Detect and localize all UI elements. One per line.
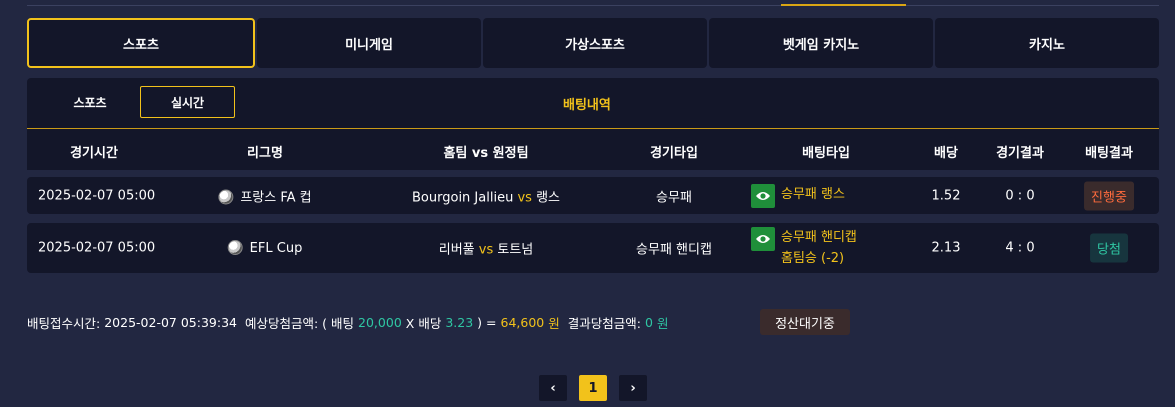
expected-amount: 64,600 — [500, 315, 545, 330]
status-badge: 진행중 — [1084, 181, 1134, 210]
pagination-next[interactable]: › — [619, 375, 647, 401]
tab-betgame-casino[interactable]: 벳게임 카지노 — [709, 18, 933, 68]
col-teams: 홈팀 vs 원정팀 — [443, 146, 529, 161]
equals-label: ) = — [477, 315, 497, 330]
subtab-live[interactable]: 실시간 — [140, 86, 235, 118]
away-team: 랭스 — [536, 190, 560, 205]
eye-icon[interactable] — [751, 227, 775, 251]
match-time: 2025-02-07 05:00 — [38, 188, 156, 203]
result-amount: 0 — [644, 315, 653, 330]
bet-selection: 승무패 핸디캡 — [781, 230, 857, 245]
match-time: 2025-02-07 05:00 — [38, 240, 156, 256]
odds: 2.13 — [931, 240, 961, 256]
bet-amount: 20,000 — [358, 315, 402, 330]
col-game-type: 경기타입 — [650, 146, 698, 161]
league-name: EFL Cup — [227, 240, 303, 256]
pagination-prev[interactable]: ‹ — [539, 375, 567, 401]
col-bet-type: 배팅타입 — [802, 146, 850, 161]
score: 0 : 0 — [1005, 188, 1035, 203]
eye-icon[interactable] — [751, 183, 775, 208]
tab-minigame[interactable]: 미니게임 — [257, 18, 481, 68]
league-label: EFL Cup — [249, 241, 303, 256]
teams: 리버풀 vs 토트넘 — [439, 239, 534, 258]
teams: Bourgoin Jallieu vs 랭스 — [412, 186, 560, 205]
game-type: 승무패 핸디캡 — [636, 242, 712, 258]
top-divider — [27, 5, 1159, 6]
panel-title: 배팅내역 — [563, 98, 611, 113]
result-unit: 원 — [656, 316, 669, 331]
vs-label: vs — [478, 242, 494, 258]
vs-label: vs — [517, 190, 532, 205]
bet-type: 승무패 랭스 — [751, 183, 845, 208]
bet-type: 승무패 핸디캡 홈팀승 (-2) — [751, 227, 857, 269]
table-row: 2025-02-07 05:00 프랑스 FA 컵 Bourgoin Jalli… — [27, 177, 1159, 214]
home-team: Bourgoin Jallieu — [412, 190, 514, 205]
league-name: 프랑스 FA 컵 — [218, 186, 312, 205]
chevron-right-icon: › — [630, 380, 636, 396]
col-bet-result: 배팅결과 — [1085, 146, 1133, 161]
col-match-time: 경기시간 — [70, 146, 118, 161]
expected-label: 예상당첨금액: ( 배팅 — [244, 316, 355, 331]
tab-casino[interactable]: 카지노 — [935, 18, 1159, 68]
chevron-left-icon: ‹ — [550, 380, 556, 396]
soccer-ball-icon — [218, 189, 234, 204]
bet-selection-detail: 홈팀승 (-2) — [781, 251, 845, 266]
status-badge: 당첨 — [1090, 233, 1128, 263]
soccer-ball-icon — [227, 240, 243, 255]
tab-sports[interactable]: 스포츠 — [27, 18, 255, 68]
bet-summary: 배팅접수시간: 2025-02-07 05:39:34 예상당첨금액: ( 배팅… — [27, 313, 668, 332]
subtab-sports[interactable]: 스포츠 — [47, 86, 133, 118]
col-league: 리그명 — [247, 146, 283, 161]
table-row: 2025-02-07 05:00 EFL Cup 리버풀 vs 토트넘 승무패 … — [27, 223, 1159, 273]
received-time: 2025-02-07 05:39:34 — [104, 315, 237, 330]
away-team: 토트넘 — [497, 242, 534, 258]
expected-unit: 원 — [548, 316, 560, 331]
game-type: 승무패 — [656, 190, 692, 205]
odds: 1.52 — [931, 188, 961, 203]
received-label: 배팅접수시간: — [27, 316, 101, 331]
score: 4 : 0 — [1005, 240, 1035, 256]
col-odds: 배당 — [934, 146, 958, 161]
home-team: 리버풀 — [438, 242, 475, 258]
result-label: 결과당첨금액: — [567, 316, 641, 331]
x-odds-label: X 배당 — [405, 316, 442, 331]
total-odds: 3.23 — [445, 315, 474, 330]
pagination-page[interactable]: 1 — [579, 375, 607, 401]
settlement-status-button[interactable]: 정산대기중 — [760, 309, 850, 335]
game-category-tabs: 스포츠 미니게임 가상스포츠 벳게임 카지노 카지노 — [27, 18, 1159, 68]
table-header: 경기시간 리그명 홈팀 vs 원정팀 경기타입 배팅타입 배당 경기결과 배팅결… — [27, 128, 1159, 170]
top-accent-bar — [781, 4, 906, 6]
bet-selection: 승무패 랭스 — [781, 186, 845, 202]
col-score: 경기결과 — [996, 146, 1044, 161]
tab-virtual-sports[interactable]: 가상스포츠 — [483, 18, 707, 68]
bet-history-panel-header: 스포츠 실시간 배팅내역 — [27, 78, 1159, 128]
league-label: 프랑스 FA 컵 — [240, 190, 312, 205]
